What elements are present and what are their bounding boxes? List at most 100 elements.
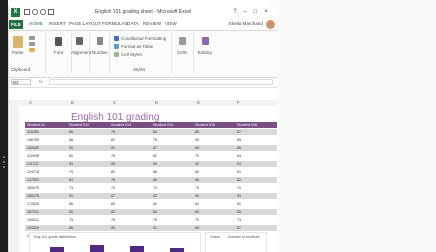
table-cell[interactable]: 84 (153, 210, 157, 214)
table-cell[interactable]: 82 (111, 138, 115, 142)
tab-data[interactable]: DATA (127, 21, 139, 26)
table-cell[interactable]: 90 (195, 194, 199, 198)
table-header[interactable]: Student ID2 (69, 123, 89, 127)
table-cell[interactable]: 156789 (27, 138, 39, 142)
table-cell[interactable]: 70 (111, 186, 115, 190)
table-cell[interactable]: 79 (195, 154, 199, 158)
cut-icon[interactable] (29, 36, 35, 40)
table-cell[interactable]: 87 (153, 146, 157, 150)
table-cell[interactable]: 84 (69, 178, 73, 182)
worksheet[interactable]: English 101 grading Student ID Student I… (19, 106, 277, 252)
tab-review[interactable]: REVIEW (143, 21, 161, 26)
table-cell[interactable]: 80 (195, 210, 199, 214)
table-cell[interactable]: 95 (111, 162, 115, 166)
tab-page-layout[interactable]: PAGE LAYOUT (69, 21, 101, 26)
tab-formulas[interactable]: FORMULAS (102, 21, 128, 26)
table-cell[interactable]: 78 (111, 154, 115, 158)
number-icon[interactable] (97, 37, 103, 45)
table-cell[interactable]: 84 (195, 202, 199, 206)
table-cell[interactable]: 88 (195, 130, 199, 134)
table-cell[interactable]: 88 (69, 138, 73, 142)
table-cell[interactable]: 81 (237, 170, 241, 174)
table-cell[interactable]: 80 (111, 170, 115, 174)
cells-label[interactable]: Cells (177, 50, 187, 55)
cell-styles-label[interactable]: Cell Styles (121, 52, 142, 57)
table-cell[interactable]: 92 (195, 162, 199, 166)
table-cell[interactable]: 73 (69, 186, 73, 190)
table-cell[interactable]: 91 (153, 226, 157, 230)
table-cell[interactable]: 87 (111, 194, 115, 198)
table-cell[interactable]: 93 (69, 162, 73, 166)
table-cell[interactable]: 185178 (27, 194, 39, 198)
column-header[interactable]: B (71, 100, 74, 105)
formula-input[interactable] (49, 79, 273, 85)
table-cell[interactable]: 87 (237, 226, 241, 230)
table-cell[interactable]: 75 (153, 138, 157, 142)
redo-icon[interactable] (40, 9, 46, 15)
table-cell[interactable]: 73 (237, 218, 241, 222)
tab-file[interactable]: FILE (9, 20, 23, 29)
undo-icon[interactable] (32, 9, 38, 15)
column-header[interactable]: E (197, 100, 200, 105)
format-as-table-label[interactable]: Format as Table (121, 44, 153, 49)
name-box[interactable]: B3 (11, 79, 31, 85)
table-cell[interactable]: 91 (111, 146, 115, 150)
table-cell[interactable]: 190011 (27, 218, 39, 222)
tab-home[interactable]: HOME (29, 21, 43, 26)
table-cell[interactable]: 75 (195, 186, 199, 190)
table-cell[interactable]: 82 (237, 202, 241, 206)
minimize-icon[interactable]: – (241, 8, 249, 16)
table-cell[interactable]: 76 (153, 218, 157, 222)
table-cell[interactable]: 87 (237, 130, 241, 134)
table-header[interactable]: Student ID5 (195, 123, 215, 127)
table-cell[interactable]: 86 (69, 130, 73, 134)
conditional-formatting-label[interactable]: Conditional Formatting (121, 36, 166, 41)
format-painter-icon[interactable] (29, 48, 35, 52)
format-as-table-icon[interactable] (114, 44, 119, 49)
table-cell[interactable]: 85 (237, 138, 241, 142)
table-cell[interactable]: 115365 (27, 130, 39, 134)
table-cell[interactable]: 92 (153, 194, 157, 198)
table-cell[interactable]: 86 (69, 202, 73, 206)
table-header[interactable]: Student ID (27, 123, 45, 127)
table-cell[interactable]: 88 (237, 146, 241, 150)
user-name[interactable]: Sheila Marchand (229, 21, 263, 26)
editing-label[interactable]: Editing (198, 50, 212, 55)
table-cell[interactable]: 79 (195, 218, 199, 222)
alignment-icon[interactable] (76, 37, 83, 45)
table-cell[interactable]: 80 (69, 210, 73, 214)
table-cell[interactable]: 80 (69, 154, 73, 158)
quick-access-icon[interactable] (48, 9, 54, 15)
column-header[interactable]: C (113, 100, 116, 105)
editing-icon[interactable] (202, 37, 209, 45)
table-cell[interactable]: 90 (111, 226, 115, 230)
table-header[interactable]: Student ID6 (237, 123, 257, 127)
table-cell[interactable]: 211237 (27, 162, 39, 166)
conditional-formatting-icon[interactable] (114, 36, 119, 41)
table-cell[interactable]: 70 (237, 186, 241, 190)
help-icon[interactable]: ? (231, 8, 239, 16)
paste-label[interactable]: Paste (12, 50, 24, 55)
column-header[interactable]: D (155, 100, 158, 105)
table-header[interactable]: Student ID3 (111, 123, 131, 127)
table-cell[interactable]: 82 (111, 210, 115, 214)
number-label[interactable]: Number (92, 50, 108, 55)
column-header[interactable]: F (237, 100, 240, 105)
table-cell[interactable]: 93 (237, 194, 241, 198)
table-cell[interactable]: 183475 (27, 186, 39, 190)
table-cell[interactable]: 147593 (27, 178, 39, 182)
copy-icon[interactable] (29, 42, 35, 46)
save-icon[interactable] (24, 9, 30, 15)
table-cell[interactable]: 91 (69, 194, 73, 198)
avatar[interactable] (266, 20, 275, 29)
grade-chart[interactable]: Eng 101 grade distribution (29, 232, 201, 252)
table-cell[interactable]: 162000 (27, 146, 39, 150)
table-cell[interactable]: 90 (69, 146, 73, 150)
alignment-label[interactable]: Alignment (71, 50, 91, 55)
table-cell[interactable]: 90 (153, 162, 157, 166)
fx-icon[interactable]: fx (39, 79, 43, 84)
table-cell[interactable]: 79 (69, 170, 73, 174)
table-cell[interactable]: 76 (111, 130, 115, 134)
table-cell[interactable]: 78 (111, 218, 115, 222)
tab-insert[interactable]: INSERT (49, 21, 66, 26)
